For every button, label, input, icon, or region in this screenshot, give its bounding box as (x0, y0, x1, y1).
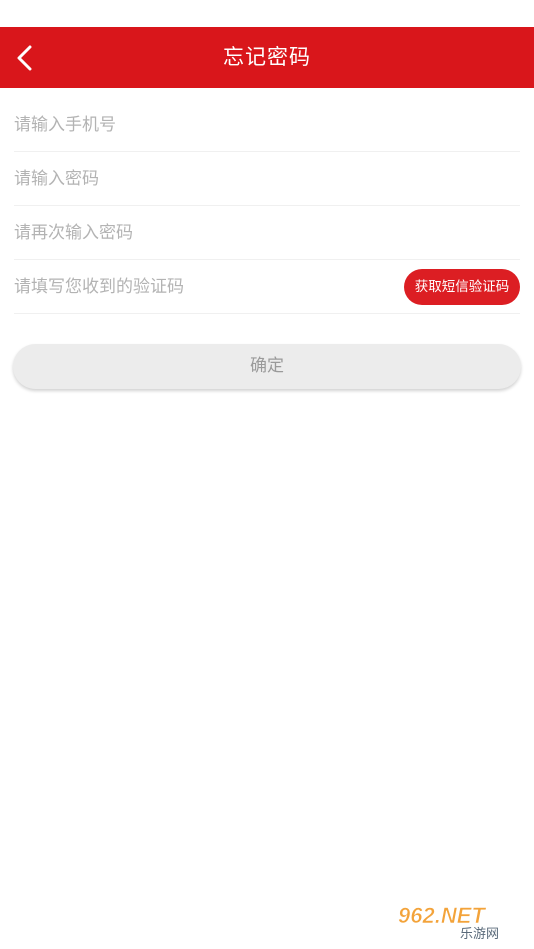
get-sms-code-button[interactable]: 获取短信验证码 (404, 269, 520, 305)
forgot-password-form: 获取短信验证码 (14, 98, 520, 314)
confirm-button[interactable]: 确定 (13, 344, 521, 389)
watermark-subtext: 乐游网 (460, 927, 499, 941)
status-bar (0, 0, 534, 27)
password-confirm-input[interactable] (14, 206, 520, 259)
watermark-logo: 962.NET 乐游网 (398, 903, 499, 941)
password-field-row (14, 152, 520, 206)
password-confirm-field-row (14, 206, 520, 260)
watermark-text: 962.NET (398, 903, 486, 928)
phone-input[interactable] (14, 98, 520, 151)
verification-code-input[interactable] (14, 260, 394, 313)
phone-field-row (14, 98, 520, 152)
page-title: 忘记密码 (223, 45, 311, 69)
app-bar: 忘记密码 (0, 27, 534, 88)
verification-code-field-row: 获取短信验证码 (14, 260, 520, 314)
password-input[interactable] (14, 152, 520, 205)
